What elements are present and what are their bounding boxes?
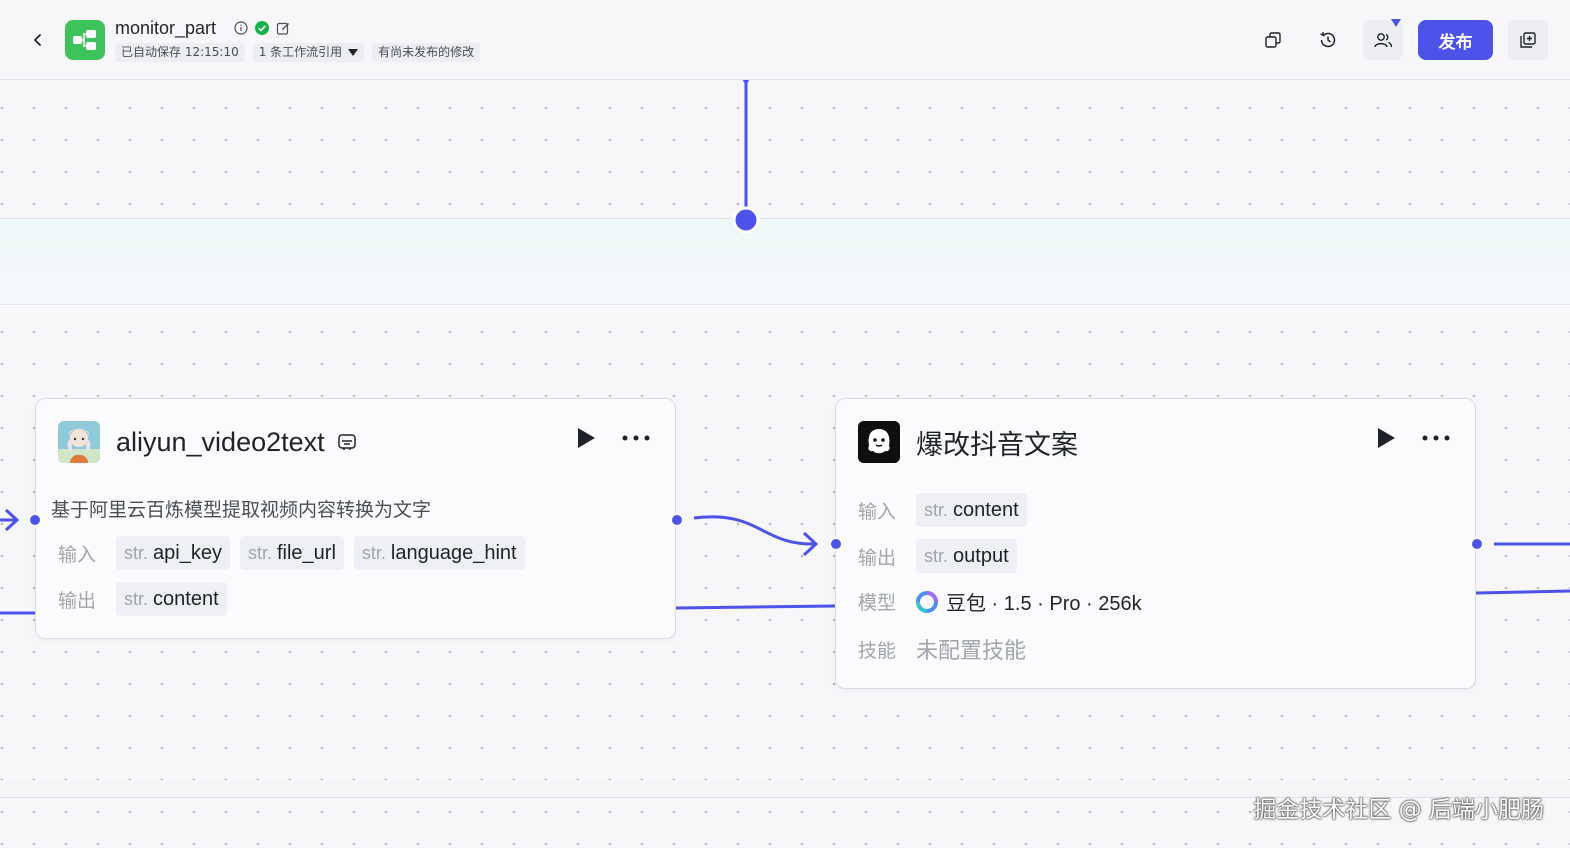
caret-down-icon xyxy=(348,48,359,56)
skill-label: 技能 xyxy=(858,639,897,662)
workflow-icon xyxy=(65,20,105,60)
node-aliyun-video2text[interactable]: aliyun_video2text 基于阿里云百炼模型提取视频内容转换为文字 输… xyxy=(35,398,676,639)
users-icon xyxy=(1374,33,1393,48)
autosave-text: 已自动保存 12:15:10 xyxy=(121,45,239,59)
node1-input-port[interactable] xyxy=(28,513,42,527)
node-rewrite-douyin[interactable]: 爆改抖音文案 输入 str. content 输出 str. output 模型 豆… xyxy=(835,398,1476,689)
skill-value: 未配置技能 xyxy=(916,639,1027,664)
autosave-tag: 已自动保存 12:15:10 xyxy=(115,43,245,62)
param-output[interactable]: str. output xyxy=(916,539,1017,573)
watermark: 掘金技术社区 @ 后端小肥肠 xyxy=(1253,797,1544,823)
top-bar: monitor_part 已自动保存 12:15:10 1 条工作流引用 有尚未… xyxy=(0,0,1570,80)
param-file-url[interactable]: str. file_url xyxy=(239,536,344,570)
history-button[interactable] xyxy=(1308,20,1348,60)
param-type: str. xyxy=(924,545,949,566)
model-name: 豆包 · 1.5 · Pro · 256k xyxy=(946,593,1142,615)
node-title[interactable]: aliyun_video2text xyxy=(116,427,325,458)
inputs-label: 输入 xyxy=(58,543,97,566)
param-type: str. xyxy=(124,588,149,609)
references-dropdown[interactable]: 1 条工作流引用 xyxy=(252,43,365,62)
param-name: content xyxy=(153,587,219,610)
plugin-icon xyxy=(337,434,356,450)
workflow-title: monitor_part xyxy=(115,18,217,38)
llm-node-icon xyxy=(858,421,900,463)
param-content[interactable]: str. content xyxy=(916,493,1027,527)
duplicate-button[interactable] xyxy=(1508,20,1548,60)
node-avatar-image xyxy=(58,421,100,463)
skill-row: 技能 未配置技能 xyxy=(852,633,1026,665)
param-type: str. xyxy=(124,542,149,563)
param-name: file_url xyxy=(276,541,336,564)
chevron-left-icon xyxy=(33,34,41,46)
more-icon[interactable] xyxy=(622,435,650,441)
param-name: language_hint xyxy=(390,541,517,564)
node-title[interactable]: 爆改抖音文案 xyxy=(916,423,1078,462)
param-content[interactable]: str. content xyxy=(116,582,227,616)
more-icon[interactable] xyxy=(1422,435,1450,441)
inputs-row: 输入 str. content xyxy=(852,493,1027,527)
node1-output-port[interactable] xyxy=(670,513,684,527)
play-icon[interactable] xyxy=(576,427,596,449)
new-badge-icon xyxy=(1391,19,1401,27)
outputs-row: 输出 str. output xyxy=(852,539,1017,573)
model-row: 模型 豆包 · 1.5 · Pro · 256k xyxy=(852,587,1142,616)
model-label: 模型 xyxy=(858,592,897,614)
info-icon[interactable] xyxy=(234,21,248,35)
param-api-key[interactable]: str. api_key xyxy=(116,536,230,570)
node-description: 基于阿里云百炼模型提取视频内容转换为文字 xyxy=(51,499,432,521)
check-circle-icon xyxy=(255,21,269,35)
history-icon xyxy=(1320,32,1336,48)
model-value[interactable]: 豆包 · 1.5 · Pro · 256k xyxy=(916,587,1142,616)
outputs-label: 输出 xyxy=(58,589,97,612)
param-name: api_key xyxy=(153,541,222,564)
edit-icon[interactable] xyxy=(276,21,291,36)
duplicate-icon xyxy=(1520,32,1536,48)
inputs-row: 输入 str. api_key str. file_url str. language… xyxy=(52,536,525,570)
param-type: str. xyxy=(924,499,949,520)
collaborators-button[interactable] xyxy=(1363,19,1403,60)
param-name: output xyxy=(953,544,1009,567)
publish-button[interactable]: 发布 xyxy=(1418,20,1493,60)
param-name: content xyxy=(953,498,1019,521)
inputs-label: 输入 xyxy=(858,500,897,523)
node2-output-port[interactable] xyxy=(1470,537,1484,551)
outputs-row: 输出 str. content xyxy=(52,582,227,616)
copy-icon xyxy=(1265,32,1281,48)
param-language-hint[interactable]: str. language_hint xyxy=(353,536,525,570)
unpublished-text: 有尚未发布的修改 xyxy=(378,45,475,59)
node2-input-port[interactable] xyxy=(829,537,843,551)
copy-button[interactable] xyxy=(1253,20,1293,60)
outputs-label: 输出 xyxy=(858,546,897,569)
references-text: 1 条工作流引用 xyxy=(258,45,343,59)
param-type: str. xyxy=(247,542,272,563)
loop-band xyxy=(0,218,1570,305)
param-type: str. xyxy=(361,542,386,563)
doubao-model-icon xyxy=(916,590,938,613)
play-icon[interactable] xyxy=(1376,427,1396,449)
back-button[interactable] xyxy=(24,26,52,54)
unpublished-tag: 有尚未发布的修改 xyxy=(372,43,481,62)
